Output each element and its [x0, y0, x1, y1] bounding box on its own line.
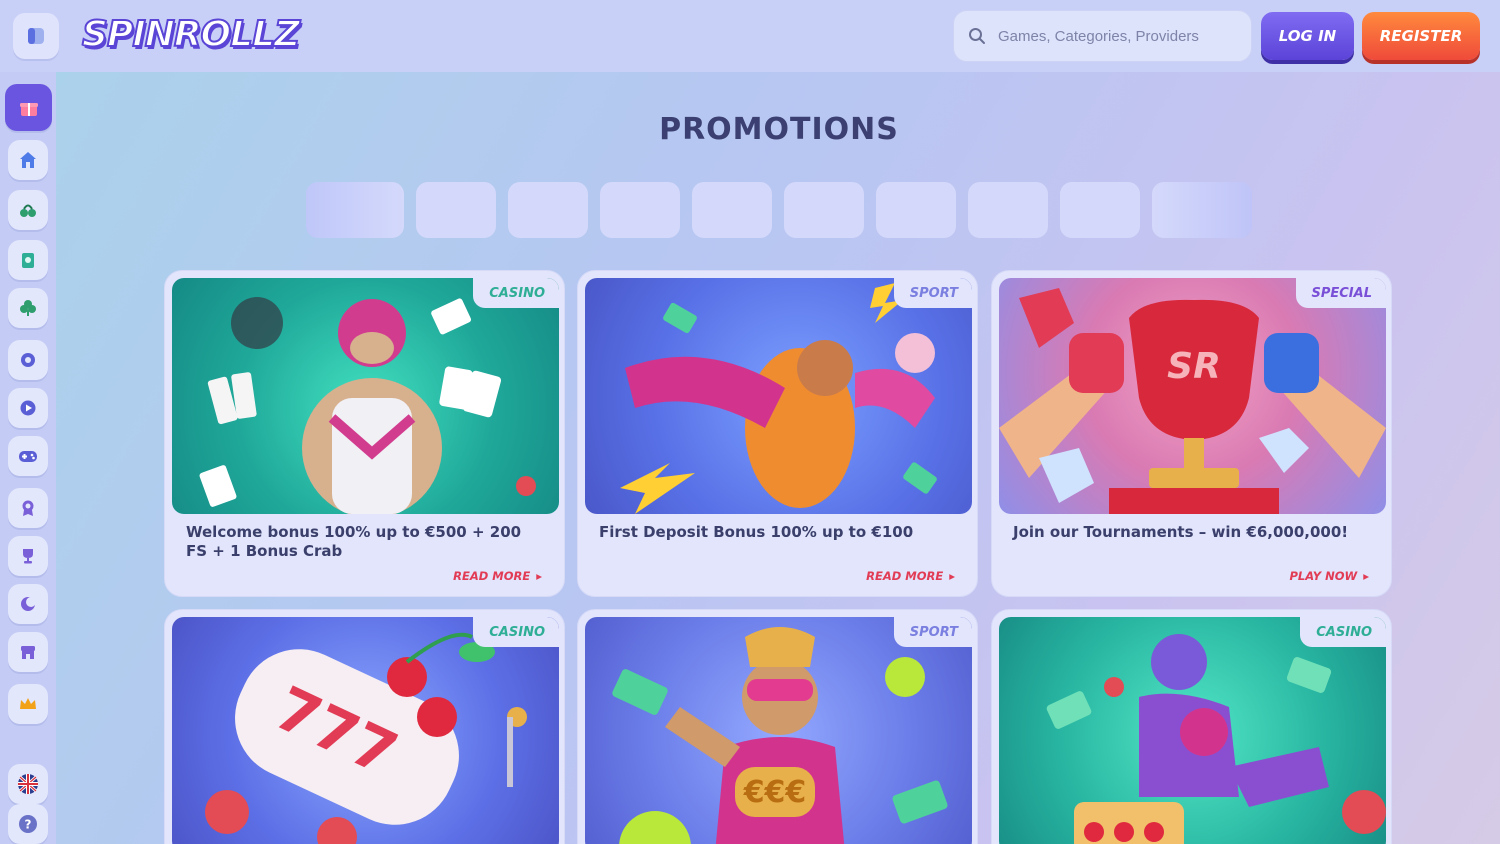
promotion-tag: CASINO: [1300, 617, 1386, 647]
cards-icon: [22, 253, 34, 268]
trophy-icon: [23, 549, 33, 564]
promotion-image: CASINO: [172, 278, 559, 514]
promotion-card[interactable]: CASINO: [991, 609, 1392, 844]
promotion-image: SR SPECIAL: [999, 278, 1386, 514]
promotion-image: SPORT: [585, 278, 972, 514]
category-tab[interactable]: [600, 182, 680, 238]
category-tab[interactable]: [416, 182, 496, 238]
svg-text:?: ?: [25, 818, 32, 832]
moon-icon: [21, 597, 36, 611]
svg-text:SR: SR: [1167, 346, 1221, 387]
read-more-label: READ MORE: [453, 569, 531, 583]
sidebar-item-sport[interactable]: [8, 340, 48, 380]
page-title: PROMOTIONS: [659, 112, 899, 147]
register-button[interactable]: REGISTER: [1362, 12, 1480, 60]
gamepad-icon: [19, 451, 37, 462]
promotion-card[interactable]: SPORT First Deposit Bonus 100% up to €10…: [577, 270, 978, 597]
sidebar-item-esports[interactable]: [8, 436, 48, 476]
promotion-tag: CASINO: [473, 617, 559, 647]
sidebar-item-loyalty[interactable]: [8, 488, 48, 528]
category-tab[interactable]: [968, 182, 1048, 238]
promotion-card[interactable]: SR SPECIAL Join our Tournaments – win €6…: [991, 270, 1392, 597]
svg-text:€€€: €€€: [743, 775, 807, 810]
gift-icon: [19, 102, 38, 116]
promotion-tag: CASINO: [473, 278, 559, 308]
play-now-label: PLAY NOW: [1289, 569, 1358, 583]
promotion-tag: SPORT: [893, 278, 972, 308]
promotion-title: Join our Tournaments – win €6,000,000!: [1013, 523, 1349, 541]
read-more-label: READ MORE: [866, 569, 944, 583]
category-tab[interactable]: [306, 182, 404, 238]
sidebar-item-tournaments[interactable]: [8, 536, 48, 576]
cherries-icon: [20, 204, 36, 217]
category-tab[interactable]: [1060, 182, 1140, 238]
search-input[interactable]: Games, Categories, Providers: [953, 10, 1252, 62]
help-icon: ?: [19, 815, 37, 833]
sidebar-item-bonus-crab[interactable]: [8, 584, 48, 624]
chevron-right-icon: ▸: [1363, 569, 1369, 583]
sidebar-item-casino[interactable]: [8, 190, 48, 230]
crown-icon: [20, 698, 36, 709]
chevron-right-icon: ▸: [949, 569, 955, 583]
promotion-title: Welcome bonus 100% up to €500 + 200 FS +…: [186, 523, 522, 560]
sidebar-item-live-casino[interactable]: [8, 240, 48, 280]
login-button[interactable]: LOG IN: [1261, 12, 1354, 60]
sidebar-toggle-button[interactable]: [13, 13, 59, 59]
sidebar-toggle-icon: [28, 28, 44, 44]
logo[interactable]: SPINROLLZ: [81, 13, 301, 56]
sidebar-item-home[interactable]: [8, 140, 48, 180]
category-tab[interactable]: [508, 182, 588, 238]
category-tab[interactable]: [876, 182, 956, 238]
promotion-tag: SPORT: [893, 617, 972, 647]
sidebar: ?: [0, 72, 56, 844]
play-now-link[interactable]: PLAY NOW ▸: [1289, 569, 1369, 583]
chevron-right-icon: ▸: [536, 569, 542, 583]
category-tab[interactable]: [1152, 182, 1252, 238]
uk-flag-icon: [18, 774, 38, 794]
read-more-link[interactable]: READ MORE ▸: [866, 569, 955, 583]
language-selector[interactable]: [8, 764, 48, 804]
award-icon: [22, 500, 34, 516]
shop-icon: [21, 646, 35, 659]
promotion-image: €€€ SPORT: [585, 617, 972, 844]
soccer-icon: [21, 353, 35, 367]
sidebar-item-promotions[interactable]: [5, 84, 52, 131]
promotion-card[interactable]: €€€ SPORT: [577, 609, 978, 844]
promotion-image: CASINO: [999, 617, 1386, 844]
promotion-title: First Deposit Bonus 100% up to €100: [599, 523, 914, 541]
search-placeholder: Games, Categories, Providers: [998, 27, 1199, 45]
clover-icon: [20, 300, 36, 316]
sidebar-item-vip[interactable]: [8, 684, 48, 724]
header: SPINROLLZ Games, Categories, Providers L…: [0, 0, 1500, 72]
promotion-card[interactable]: 777 CASINO: [164, 609, 565, 844]
category-tab[interactable]: [692, 182, 772, 238]
sidebar-item-shop[interactable]: [8, 632, 48, 672]
sidebar-item-table-games[interactable]: [8, 288, 48, 328]
help-button[interactable]: ?: [8, 804, 48, 844]
search-icon: [969, 28, 985, 44]
sidebar-item-live-sport[interactable]: [8, 388, 48, 428]
read-more-link[interactable]: READ MORE ▸: [453, 569, 542, 583]
promotion-image: 777 CASINO: [172, 617, 559, 844]
play-icon: [20, 400, 36, 416]
promotion-card[interactable]: CASINO Welcome bonus 100% up to €500 + 2…: [164, 270, 565, 597]
category-tab[interactable]: [784, 182, 864, 238]
home-icon: [20, 152, 36, 168]
promotion-tag: SPECIAL: [1295, 278, 1386, 308]
